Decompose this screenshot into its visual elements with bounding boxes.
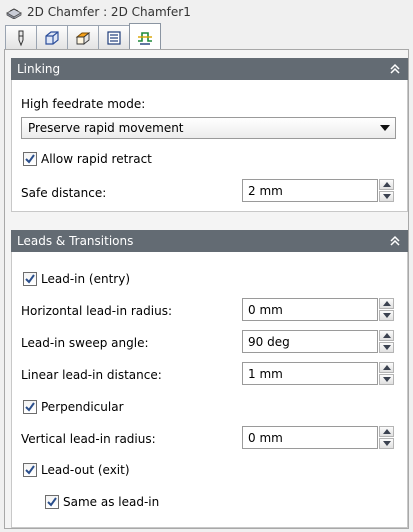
perpendicular-checkbox[interactable]: Perpendicular xyxy=(23,400,124,414)
checkbox-box xyxy=(23,152,37,166)
spin-down-button[interactable] xyxy=(379,310,394,321)
spin-up-icon xyxy=(383,333,391,338)
spin-up-button[interactable] xyxy=(379,179,394,190)
allow-rapid-retract-checkbox[interactable]: Allow rapid retract xyxy=(23,152,152,166)
tab-linking[interactable] xyxy=(129,23,161,49)
spin-up-button[interactable] xyxy=(379,426,394,437)
spin-up-button[interactable] xyxy=(379,298,394,309)
spin-down-icon xyxy=(383,441,391,446)
spin-down-button[interactable] xyxy=(379,342,394,353)
linking-section-body: High feedrate mode: Preserve rapid movem… xyxy=(11,80,408,212)
lead-in-sweep-angle-value: 90 deg xyxy=(248,334,290,349)
lead-out-label: Lead-out (exit) xyxy=(41,463,130,477)
lead-in-sweep-angle-label: Lead-in sweep angle: xyxy=(21,336,149,350)
chevron-down-icon xyxy=(380,125,390,131)
checkmark-icon xyxy=(25,465,35,475)
leads-section-title: Leads & Transitions xyxy=(17,234,134,248)
properties-panel: Linking High feedrate mode: Preserve rap… xyxy=(4,49,409,529)
spin-down-icon xyxy=(383,313,391,318)
linear-lead-in-distance-spinner[interactable] xyxy=(379,362,394,385)
spin-up-icon xyxy=(383,429,391,434)
chamfer-icon xyxy=(6,8,22,19)
horizontal-lead-in-radius-label: Horizontal lead-in radius: xyxy=(21,304,172,318)
checkmark-icon xyxy=(25,154,35,164)
lead-in-label: Lead-in (entry) xyxy=(41,272,131,286)
linear-lead-in-distance-label: Linear lead-in distance: xyxy=(21,368,162,382)
linear-lead-in-distance-value: 1 mm xyxy=(248,366,283,381)
linking-section-title: Linking xyxy=(17,62,61,76)
leads-section-header[interactable]: Leads & Transitions xyxy=(11,230,408,252)
checkbox-box xyxy=(23,400,37,414)
vertical-lead-in-radius-input[interactable]: 0 mm xyxy=(242,426,378,449)
tab-heights[interactable] xyxy=(67,25,99,49)
perpendicular-label: Perpendicular xyxy=(41,400,124,414)
linear-lead-in-distance-input[interactable]: 1 mm xyxy=(242,362,378,385)
geometry-icon xyxy=(45,30,59,45)
leads-section-body: Lead-in (entry) Horizontal lead-in radiu… xyxy=(11,252,408,528)
safe-distance-label: Safe distance: xyxy=(21,186,107,200)
tab-passes[interactable] xyxy=(98,25,130,49)
spin-down-button[interactable] xyxy=(379,191,394,202)
same-as-lead-in-checkbox[interactable]: Same as lead-in xyxy=(45,495,159,509)
checkmark-icon xyxy=(25,274,35,284)
spin-down-icon xyxy=(383,345,391,350)
checkmark-icon xyxy=(47,497,57,507)
linking-section-header[interactable]: Linking xyxy=(11,58,408,80)
checkmark-icon xyxy=(25,402,35,412)
allow-rapid-retract-label: Allow rapid retract xyxy=(41,152,152,166)
title-bar: 2D Chamfer : 2D Chamfer1 xyxy=(0,0,413,24)
lead-out-checkbox[interactable]: Lead-out (exit) xyxy=(23,463,130,477)
same-as-lead-in-label: Same as lead-in xyxy=(63,495,160,509)
vertical-lead-in-radius-label: Vertical lead-in radius: xyxy=(21,432,156,446)
lead-in-checkbox[interactable]: Lead-in (entry) xyxy=(23,272,130,286)
heights-icon xyxy=(75,31,91,45)
horizontal-lead-in-radius-spinner[interactable] xyxy=(379,298,394,321)
high-feedrate-mode-dropdown[interactable]: Preserve rapid movement xyxy=(21,117,396,139)
spin-up-icon xyxy=(383,365,391,370)
linking-icon xyxy=(138,31,152,45)
collapse-icon[interactable] xyxy=(388,234,402,248)
passes-icon xyxy=(107,30,121,45)
spin-up-icon xyxy=(383,182,391,187)
collapse-icon[interactable] xyxy=(388,62,402,76)
safe-distance-input[interactable]: 2 mm xyxy=(242,179,378,202)
horizontal-lead-in-radius-input[interactable]: 0 mm xyxy=(242,298,378,321)
high-feedrate-mode-value: Preserve rapid movement xyxy=(28,121,184,135)
tab-strip xyxy=(5,23,161,49)
window-title: 2D Chamfer : 2D Chamfer1 xyxy=(27,5,191,19)
vertical-lead-in-radius-value: 0 mm xyxy=(248,430,283,445)
high-feedrate-mode-label: High feedrate mode: xyxy=(21,97,146,111)
checkbox-box xyxy=(23,463,37,477)
safe-distance-value: 2 mm xyxy=(248,183,283,198)
vertical-lead-in-radius-spinner[interactable] xyxy=(379,426,394,449)
tool-icon xyxy=(18,30,24,46)
checkbox-box xyxy=(45,495,59,509)
horizontal-lead-in-radius-value: 0 mm xyxy=(248,302,283,317)
spin-down-button[interactable] xyxy=(379,438,394,449)
spin-up-button[interactable] xyxy=(379,330,394,341)
tab-geometry[interactable] xyxy=(36,25,68,49)
spin-down-icon xyxy=(383,377,391,382)
spin-up-icon xyxy=(383,301,391,306)
spin-up-button[interactable] xyxy=(379,362,394,373)
spin-down-button[interactable] xyxy=(379,374,394,385)
lead-in-sweep-angle-spinner[interactable] xyxy=(379,330,394,353)
checkbox-box xyxy=(23,272,37,286)
tab-tool[interactable] xyxy=(5,25,37,49)
spin-down-icon xyxy=(383,194,391,199)
safe-distance-spinner[interactable] xyxy=(379,179,394,202)
lead-in-sweep-angle-input[interactable]: 90 deg xyxy=(242,330,378,353)
